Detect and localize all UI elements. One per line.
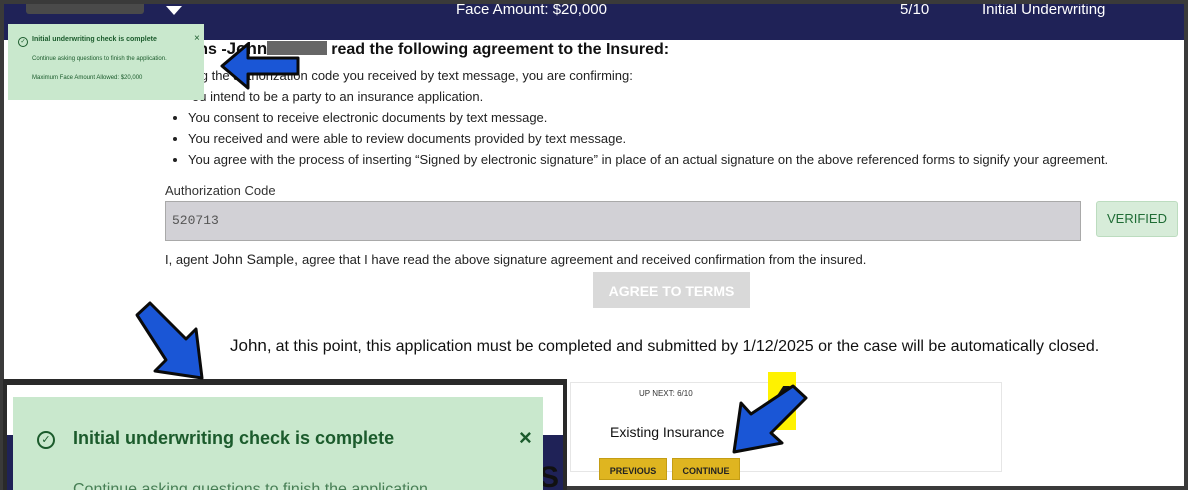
dropdown-field[interactable]	[26, 4, 144, 14]
face-amount: Face Amount: $20,000	[456, 4, 607, 18]
up-next-label: UP NEXT: 6/10	[639, 389, 693, 398]
deadline-name: John,	[230, 336, 272, 355]
agreement-list: ou intend to be a party to an insurance …	[170, 86, 1108, 170]
close-icon[interactable]: ×	[519, 425, 532, 451]
agent-statement: I, agent John Sample, agree that I have re…	[165, 251, 866, 267]
deadline-notice: John, at this point, this application mus…	[230, 336, 1099, 356]
authorization-code-input[interactable]: 520713	[165, 201, 1081, 241]
step-indicator: 5/10	[900, 4, 930, 18]
instruction-heading: uctions -Johnread the following agreemen…	[160, 39, 669, 59]
authorization-code-label: Authorization Code	[165, 183, 276, 198]
zoom-inner: S ✓ Initial underwriting check is comple…	[7, 385, 563, 490]
check-circle-icon: ✓	[18, 37, 28, 47]
insured-name: John	[226, 39, 268, 58]
continue-button[interactable]: CONTINUE	[672, 458, 740, 480]
toast-message-zoomed: Continue asking questions to finish the …	[73, 481, 433, 490]
verified-badge: VERIFIED	[1096, 201, 1178, 237]
agent-suffix: agree that I have read the above signatu…	[301, 252, 867, 267]
toast-notification: ✓ Initial underwriting check is complete…	[8, 24, 204, 100]
instruction-suffix: read the following agreement to the Insu…	[331, 41, 670, 58]
agree-to-terms-button[interactable]: AGREE TO TERMS	[593, 272, 750, 308]
close-icon[interactable]: ×	[194, 33, 200, 44]
agent-name: John Sample,	[212, 251, 298, 267]
chevron-down-icon[interactable]	[166, 6, 182, 15]
toast-title-zoomed: Initial underwriting check is complete	[73, 428, 395, 448]
next-step-name: Existing Insurance	[610, 424, 725, 440]
agent-prefix: I, agent	[165, 252, 209, 267]
redaction-block	[267, 41, 328, 55]
zoom-inset: S ✓ Initial underwriting check is comple…	[3, 379, 567, 490]
step-name: Initial Underwriting	[982, 4, 1106, 18]
toast-title: Initial underwriting check is complete	[32, 36, 157, 43]
list-item: You received and were able to review doc…	[188, 128, 1108, 149]
list-item: You agree with the process of inserting …	[188, 149, 1108, 170]
list-item: ou intend to be a party to an insurance …	[192, 89, 484, 104]
toast-notification-zoomed: ✓ Initial underwriting check is complete…	[13, 397, 543, 490]
deadline-text: at this point, this application must be …	[275, 338, 1100, 355]
check-circle-icon: ✓	[37, 431, 55, 449]
previous-button[interactable]: PREVIOUS	[599, 458, 667, 480]
step-callout-number: 4	[768, 372, 796, 430]
list-item: You consent to receive electronic docume…	[188, 107, 1108, 128]
toast-message: Continue asking questions to finish the …	[32, 56, 167, 62]
agreement-intro: viding the authorization code you receiv…	[174, 68, 633, 83]
toast-max-face: Maximum Face Amount Allowed: $20,000	[32, 75, 143, 81]
